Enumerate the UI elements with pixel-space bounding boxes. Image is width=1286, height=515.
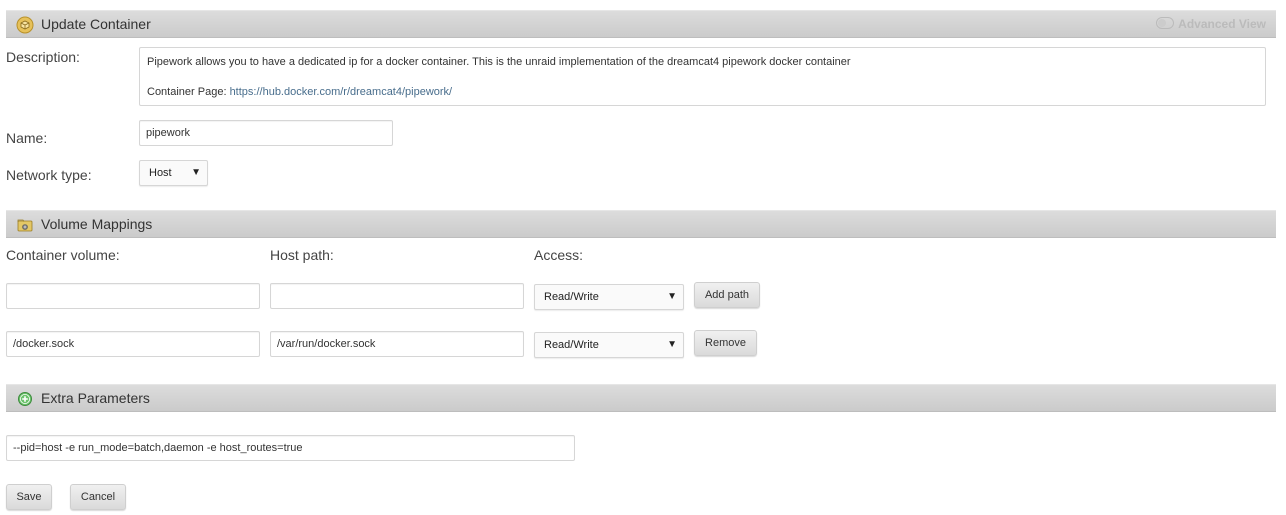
cancel-button[interactable]: Cancel	[70, 484, 126, 510]
name-input[interactable]: pipework	[139, 120, 393, 146]
extra-parameters-input[interactable]: --pid=host -e run_mode=batch,daemon -e h…	[6, 435, 575, 461]
remove-button[interactable]: Remove	[694, 330, 757, 356]
save-button[interactable]: Save	[6, 484, 52, 510]
extra-parameters-title: Extra Parameters	[41, 390, 150, 406]
container-page-prefix: Container Page:	[147, 86, 230, 98]
access-value: Read/Write	[544, 339, 599, 351]
network-type-value: Host	[149, 167, 172, 179]
container-volume-input[interactable]: /docker.sock	[6, 331, 260, 357]
network-type-select[interactable]: Host ▼	[139, 160, 208, 186]
container-page-link[interactable]: https://hub.docker.com/r/dreamcat4/pipew…	[230, 86, 453, 98]
update-container-header: Update Container Advanced View	[6, 10, 1276, 38]
access-select[interactable]: Read/Write ▼	[534, 332, 684, 358]
extra-parameters-header: Extra Parameters	[6, 384, 1276, 412]
name-label: Name:	[6, 130, 48, 146]
description-box: Pipework allows you to have a dedicated …	[139, 47, 1266, 106]
box-icon	[16, 16, 34, 34]
host-path-input[interactable]: /var/run/docker.sock	[270, 331, 524, 357]
access-select[interactable]: Read/Write ▼	[534, 284, 684, 310]
container-volume-input[interactable]	[6, 283, 260, 309]
network-type-label: Network type:	[6, 167, 92, 183]
description-label: Description:	[6, 49, 80, 65]
volume-mappings-header: Volume Mappings	[6, 210, 1276, 238]
container-page-line: Container Page: https://hub.docker.com/r…	[147, 86, 452, 98]
folder-icon	[16, 216, 34, 234]
col-access: Access:	[534, 247, 584, 263]
plus-circle-icon[interactable]	[16, 390, 34, 408]
advanced-view-toggle[interactable]: Advanced View	[1156, 17, 1266, 31]
host-path-input[interactable]	[270, 283, 524, 309]
col-container-volume: Container volume:	[6, 247, 120, 263]
dropdown-arrow-icon: ▼	[667, 339, 677, 350]
col-host-path: Host path:	[270, 247, 334, 263]
dropdown-arrow-icon: ▼	[191, 167, 201, 178]
toggle-icon	[1156, 17, 1175, 29]
volume-mappings-title: Volume Mappings	[41, 216, 153, 232]
dropdown-arrow-icon: ▼	[667, 291, 677, 302]
update-container-title: Update Container	[41, 16, 151, 32]
description-text: Pipework allows you to have a dedicated …	[147, 56, 851, 68]
access-value: Read/Write	[544, 291, 599, 303]
add-path-button[interactable]: Add path	[694, 282, 760, 308]
advanced-view-label: Advanced View	[1178, 17, 1266, 31]
